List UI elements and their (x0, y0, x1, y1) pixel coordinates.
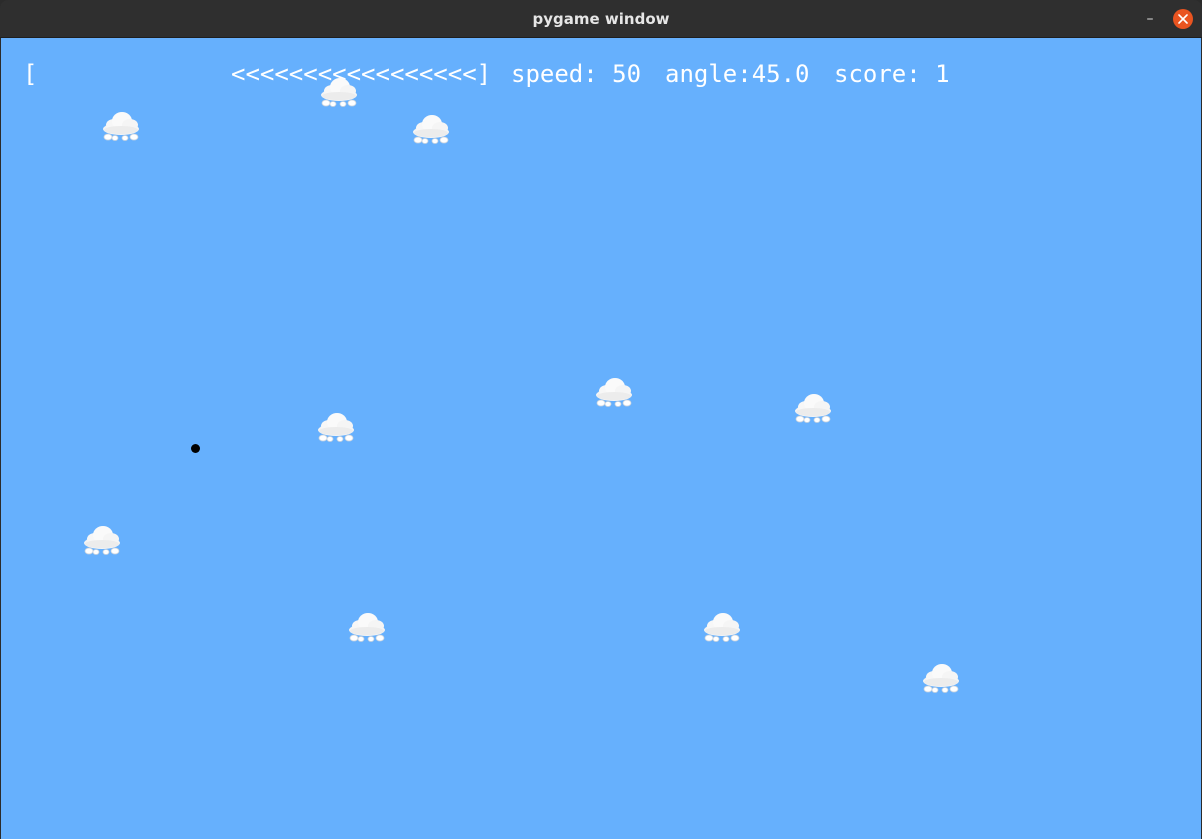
ball-icon (191, 444, 200, 453)
power-bracket-open: [ (23, 60, 38, 88)
cloud-icon (411, 113, 451, 147)
close-button[interactable] (1173, 9, 1193, 29)
minimize-button[interactable]: – (1140, 9, 1160, 29)
game-canvas[interactable]: [ <<<<<<<<<<<<<<<<<] speed: 50 angle:45.… (1, 38, 1201, 839)
angle-readout: angle:45.0 (665, 60, 810, 88)
power-meter: <<<<<<<<<<<<<<<<<] (231, 60, 492, 88)
close-icon (1178, 14, 1188, 24)
cloud-icon (347, 611, 387, 645)
score-readout: score: 1 (834, 60, 950, 88)
cloud-icon (594, 376, 634, 410)
app-window: pygame window – [ <<<<<<<<<<<<<<<<<] spe… (0, 0, 1202, 839)
title-bar[interactable]: pygame window – (0, 0, 1202, 38)
cloud-icon (921, 662, 961, 696)
cloud-icon (702, 611, 742, 645)
cloud-icon (101, 110, 141, 144)
speed-readout: speed: 50 (511, 60, 642, 88)
cloud-icon (82, 524, 122, 558)
cloud-icon (319, 76, 359, 110)
window-title: pygame window (532, 10, 670, 28)
cloud-icon (793, 392, 833, 426)
minimize-icon: – (1146, 11, 1154, 27)
cloud-icon (316, 411, 356, 445)
